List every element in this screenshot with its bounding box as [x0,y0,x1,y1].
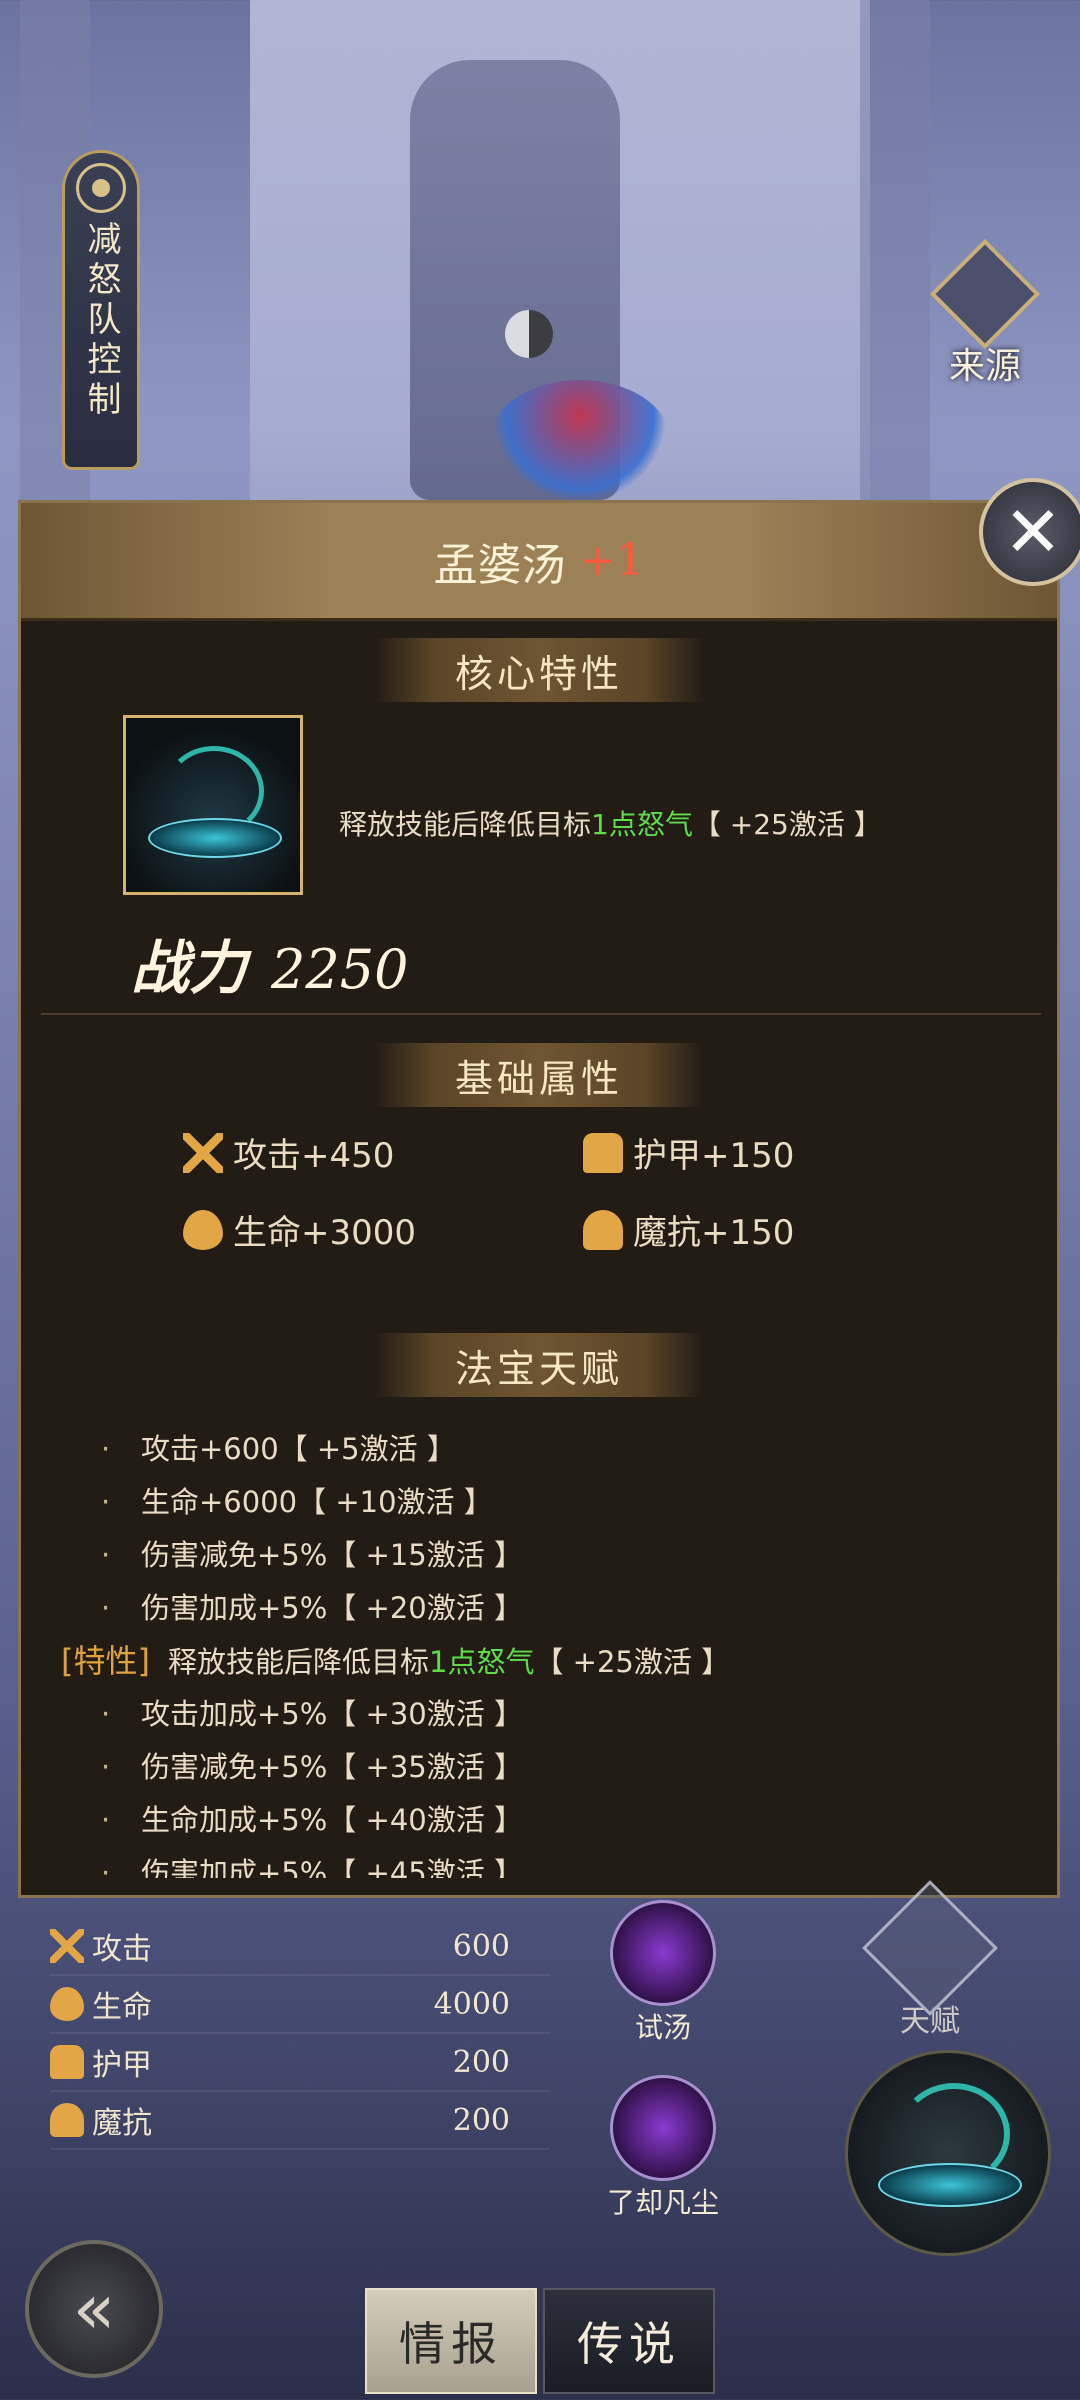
heart-icon [50,1987,84,2021]
talent-text: 攻击+600【 +5激活 】 [141,1432,456,1466]
equipped-artifact[interactable] [845,2050,1051,2256]
skill-slot-2[interactable]: 了却凡尘 [583,2075,743,2221]
skill-label: 试汤 [634,2011,691,2044]
stat-magic-resist-text: 魔抗+150 [633,1213,795,1253]
stat-value: 600 [452,1928,510,1964]
stat-value: 200 [452,2044,510,2080]
stat-armor-text: 护甲+150 [633,1136,795,1176]
stat-label: 攻击 [92,1932,152,1967]
artifact-talent-banner: 法宝天赋 [374,1333,704,1397]
list-item: · 生命加成+5%【 +40激活 】 [101,1803,523,1837]
artifact-detail-modal: 孟婆汤 +1 ✕ 核心特性 释放技能后降低目标1点怒气【 +25激活 】 战力 … [18,478,1080,1898]
crossed-swords-icon [183,1132,223,1173]
power-label: 战力 [131,934,248,1002]
list-item: · 攻击加成+5%【 +30激活 】 [101,1697,523,1731]
list-item: · 伤害加成+5%【 +45激活 】 [61,1847,1041,1878]
role-badge-text: 减怒队控制 [81,221,121,421]
armor-icon [50,2045,84,2079]
stat-value: 4000 [433,1986,510,2022]
bell-icon [583,1209,623,1250]
skill-slot-1[interactable]: 试汤 [583,1900,743,2046]
artifact-icon [123,715,303,895]
talent-list[interactable]: · 攻击+600【 +5激活 】 · 生命+6000【 +10激活 】 · 伤害减免+… [61,1423,1041,1878]
stat-label: 魔抗 [92,2106,152,2141]
stat-attack: 攻击+450 [183,1128,394,1177]
hero-stats-panel: 攻击 600 生命 4000 护甲 200 魔抗 200 [50,1918,550,2150]
hero-stat-armor: 护甲 200 [50,2034,550,2092]
talent-text: 伤害减免+5%【 +35激活 】 [141,1750,523,1784]
list-item: · 攻击+600【 +5激活 】 [101,1432,456,1466]
skill-icon [610,1900,716,2006]
diamond-icon [929,238,1041,350]
stat-value: 200 [452,2102,510,2138]
close-button[interactable]: ✕ [979,478,1080,586]
talent-text: 攻击加成+5%【 +30激活 】 [141,1697,523,1731]
tab-info[interactable]: 情报 [365,2288,537,2394]
stat-hp-text: 生命+3000 [233,1213,417,1253]
back-arrow-icon: « [72,2268,116,2350]
hero-stat-hp: 生命 4000 [50,1976,550,2034]
stat-magic-resist: 魔抗+150 [583,1205,794,1254]
talent-button[interactable]: 天赋 [862,1880,998,2040]
core-desc-text: 释放技能后降低目标 [339,808,592,841]
trait-highlight: 1点怒气 [429,1645,535,1679]
armor-icon [583,1132,623,1173]
modal-title-level: +1 [579,535,645,586]
hero-stat-magic-resist: 魔抗 200 [50,2092,550,2150]
skill-icon [610,2075,716,2181]
combat-power: 战力 2250 [131,921,408,1005]
role-badge[interactable]: 减怒队控制 [62,150,140,470]
core-trait-banner: 核心特性 [374,638,704,702]
eye-icon [76,163,126,213]
stat-armor: 护甲+150 [583,1128,794,1177]
talent-text: 伤害加成+5%【 +20激活 】 [141,1591,523,1625]
yin-yang-symbol [505,310,553,358]
core-desc-activation: 【 +25激活 】 [692,808,882,841]
list-item: · 伤害加成+5%【 +20激活 】 [101,1591,523,1625]
divider [41,1013,1041,1015]
back-button[interactable]: « [25,2240,163,2378]
close-icon: ✕ [1003,491,1063,573]
core-desc-highlight: 1点怒气 [591,808,693,841]
stat-label: 生命 [92,1990,152,2025]
trait-tag: [特性] [61,1642,150,1680]
base-attributes-banner: 基础属性 [374,1043,704,1107]
core-trait-description: 释放技能后降低目标1点怒气【 +25激活 】 [339,803,882,843]
talent-text: 生命+6000【 +10激活 】 [141,1485,493,1519]
list-item-trait: [特性] 释放技能后降低目标1点怒气【 +25激活 】 [61,1635,1041,1688]
crossed-swords-icon [50,1929,84,1963]
background-pillar [860,0,930,560]
bell-icon [50,2103,84,2137]
stat-label: 护甲 [92,2048,152,2083]
hero-stat-attack: 攻击 600 [50,1918,550,1976]
skill-label: 了却凡尘 [606,2186,719,2219]
modal-title: 孟婆汤 [433,539,566,591]
hero-character [490,380,670,500]
tab-legend[interactable]: 传说 [543,2288,715,2394]
list-item: · 生命+6000【 +10激活 】 [101,1485,493,1519]
source-button[interactable]: 来源 [925,238,1045,387]
talent-text: 生命加成+5%【 +40激活 】 [141,1803,523,1837]
trait-text: 释放技能后降低目标 [167,1645,429,1679]
stat-hp: 生命+3000 [183,1205,416,1254]
bowl-icon [878,2163,1022,2207]
heart-icon [183,1209,223,1250]
list-item: · 伤害减免+5%【 +15激活 】 [101,1538,523,1572]
bowl-icon [148,818,282,858]
stat-attack-text: 攻击+450 [233,1136,395,1176]
modal-header: 孟婆汤 +1 [21,503,1057,621]
list-item: · 伤害减免+5%【 +35激活 】 [101,1750,523,1784]
trait-activation: 【 +25激活 】 [534,1645,731,1679]
talent-text: 伤害减免+5%【 +15激活 】 [141,1538,523,1572]
power-value: 2250 [271,938,409,1001]
talent-text: 伤害加成+5%【 +45激活 】 [141,1856,523,1878]
